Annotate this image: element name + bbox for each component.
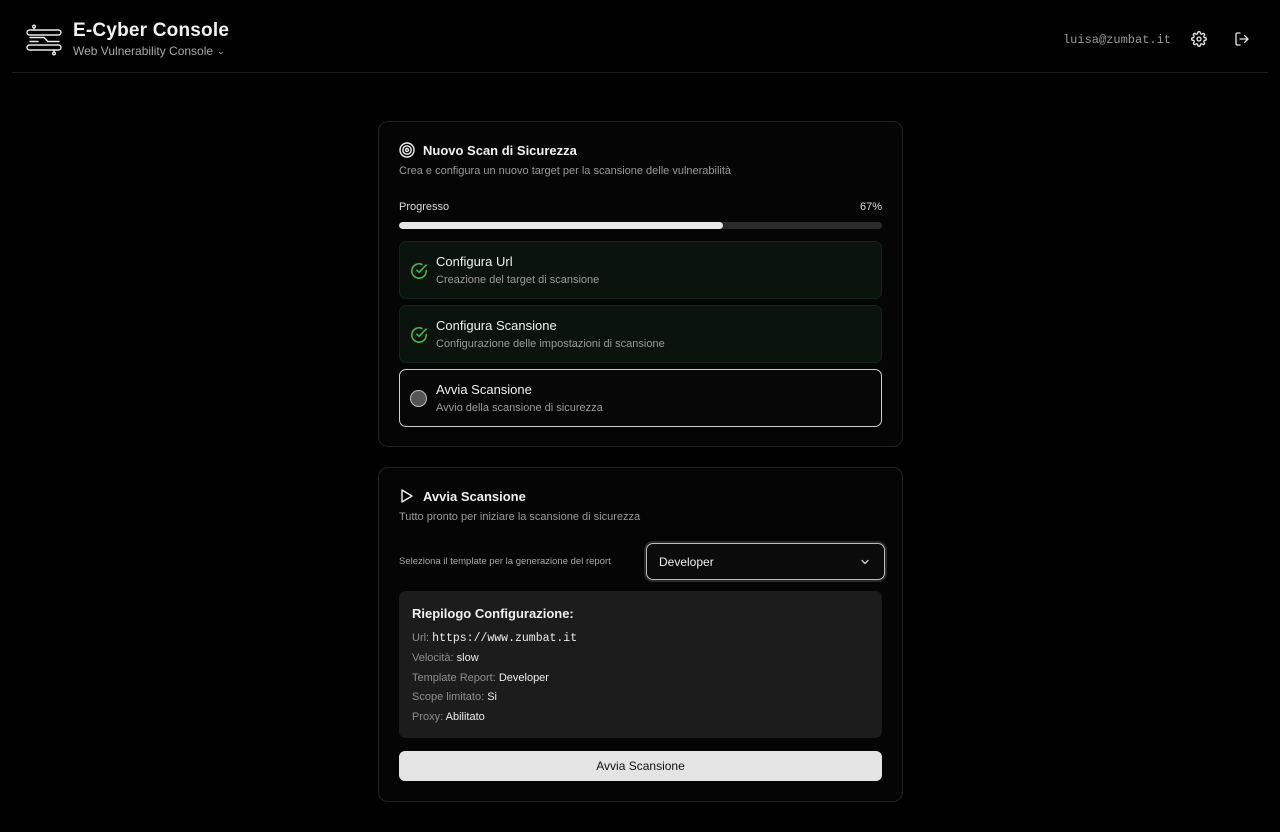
- step-subtitle: Creazione del target di scansione: [436, 274, 600, 286]
- summary-row-scope: Scope limitato: Si: [412, 691, 497, 703]
- summary-title: Riepilogo Configurazione:: [412, 606, 574, 621]
- summary-label: Scope limitato:: [412, 691, 485, 703]
- config-summary: Riepilogo Configurazione: Url: https://w…: [399, 591, 882, 738]
- summary-value: Si: [487, 691, 497, 703]
- check-circle-icon: [411, 327, 428, 343]
- template-select[interactable]: Developer: [646, 543, 885, 580]
- step-subtitle: Avvio della scansione di sicurezza: [436, 402, 603, 414]
- summary-row-velocita: Velocità: slow: [412, 652, 479, 664]
- template-select-value: Developer: [659, 555, 714, 569]
- summary-value: slow: [456, 652, 479, 664]
- chevron-down-icon: ⌄: [217, 46, 225, 56]
- console-switcher-label: Web Vulnerability Console: [73, 44, 214, 58]
- logout-icon[interactable]: [1234, 31, 1250, 47]
- progress-value: 67%: [859, 201, 882, 213]
- circuit-logo-icon: [26, 24, 62, 56]
- pending-step-circle-icon: [410, 390, 427, 407]
- app-header: E-Cyber Console Web Vulnerability Consol…: [0, 0, 1280, 74]
- header-divider: [12, 72, 1268, 73]
- step-title: Configura Url: [436, 254, 513, 269]
- progress-bar-fill: [399, 222, 723, 229]
- summary-label: Velocità:: [412, 652, 454, 664]
- new-scan-title: Nuovo Scan di Sicurezza: [423, 142, 577, 158]
- step-configura-scansione[interactable]: Configura Scansione Configurazione delle…: [399, 305, 882, 363]
- start-scan-title: Avvia Scansione: [423, 488, 526, 504]
- progress-bar: [399, 222, 882, 229]
- progress-label: Progresso: [399, 201, 450, 213]
- step-title: Avvia Scansione: [436, 382, 532, 397]
- new-scan-card: Nuovo Scan di Sicurezza Crea e configura…: [378, 121, 903, 447]
- summary-value: https://www.zumbat.it: [432, 632, 578, 645]
- start-scan-heading: Avvia Scansione: [399, 488, 526, 504]
- new-scan-description: Crea e configura un nuovo target per la …: [399, 165, 732, 177]
- step-subtitle: Configurazione delle impostazioni di sca…: [436, 338, 665, 350]
- step-title: Configura Scansione: [436, 318, 557, 333]
- summary-row-template: Template Report: Developer: [412, 672, 549, 684]
- user-email: luisa@zumbat.it: [1062, 33, 1171, 47]
- summary-row-url: Url: https://www.zumbat.it: [412, 632, 577, 645]
- gear-icon[interactable]: [1191, 31, 1207, 47]
- play-icon: [401, 489, 413, 503]
- summary-value: Abilitato: [445, 711, 485, 723]
- template-label: Seleziona il template per la generazione…: [399, 556, 611, 567]
- start-scan-button[interactable]: Avvia Scansione: [399, 751, 882, 781]
- app-title: E-Cyber Console: [73, 20, 230, 41]
- summary-value: Developer: [498, 672, 549, 684]
- chevron-down-icon: [861, 559, 869, 565]
- summary-label: Template Report:: [412, 672, 496, 684]
- new-scan-heading: Nuovo Scan di Sicurezza: [399, 142, 577, 158]
- summary-label: Proxy:: [412, 711, 444, 723]
- target-icon: [399, 142, 415, 158]
- step-configura-url[interactable]: Configura Url Creazione del target di sc…: [399, 241, 882, 299]
- summary-label: Url:: [412, 632, 430, 644]
- console-switcher[interactable]: Web Vulnerability Console ⌄: [73, 44, 225, 58]
- start-scan-description: Tutto pronto per iniziare la scansione d…: [399, 511, 641, 523]
- start-scan-card: Avvia Scansione Tutto pronto per iniziar…: [378, 467, 903, 802]
- summary-row-proxy: Proxy: Abilitato: [412, 711, 485, 723]
- check-circle-icon: [411, 263, 428, 279]
- step-avvia-scansione[interactable]: Avvia Scansione Avvio della scansione di…: [399, 369, 882, 427]
